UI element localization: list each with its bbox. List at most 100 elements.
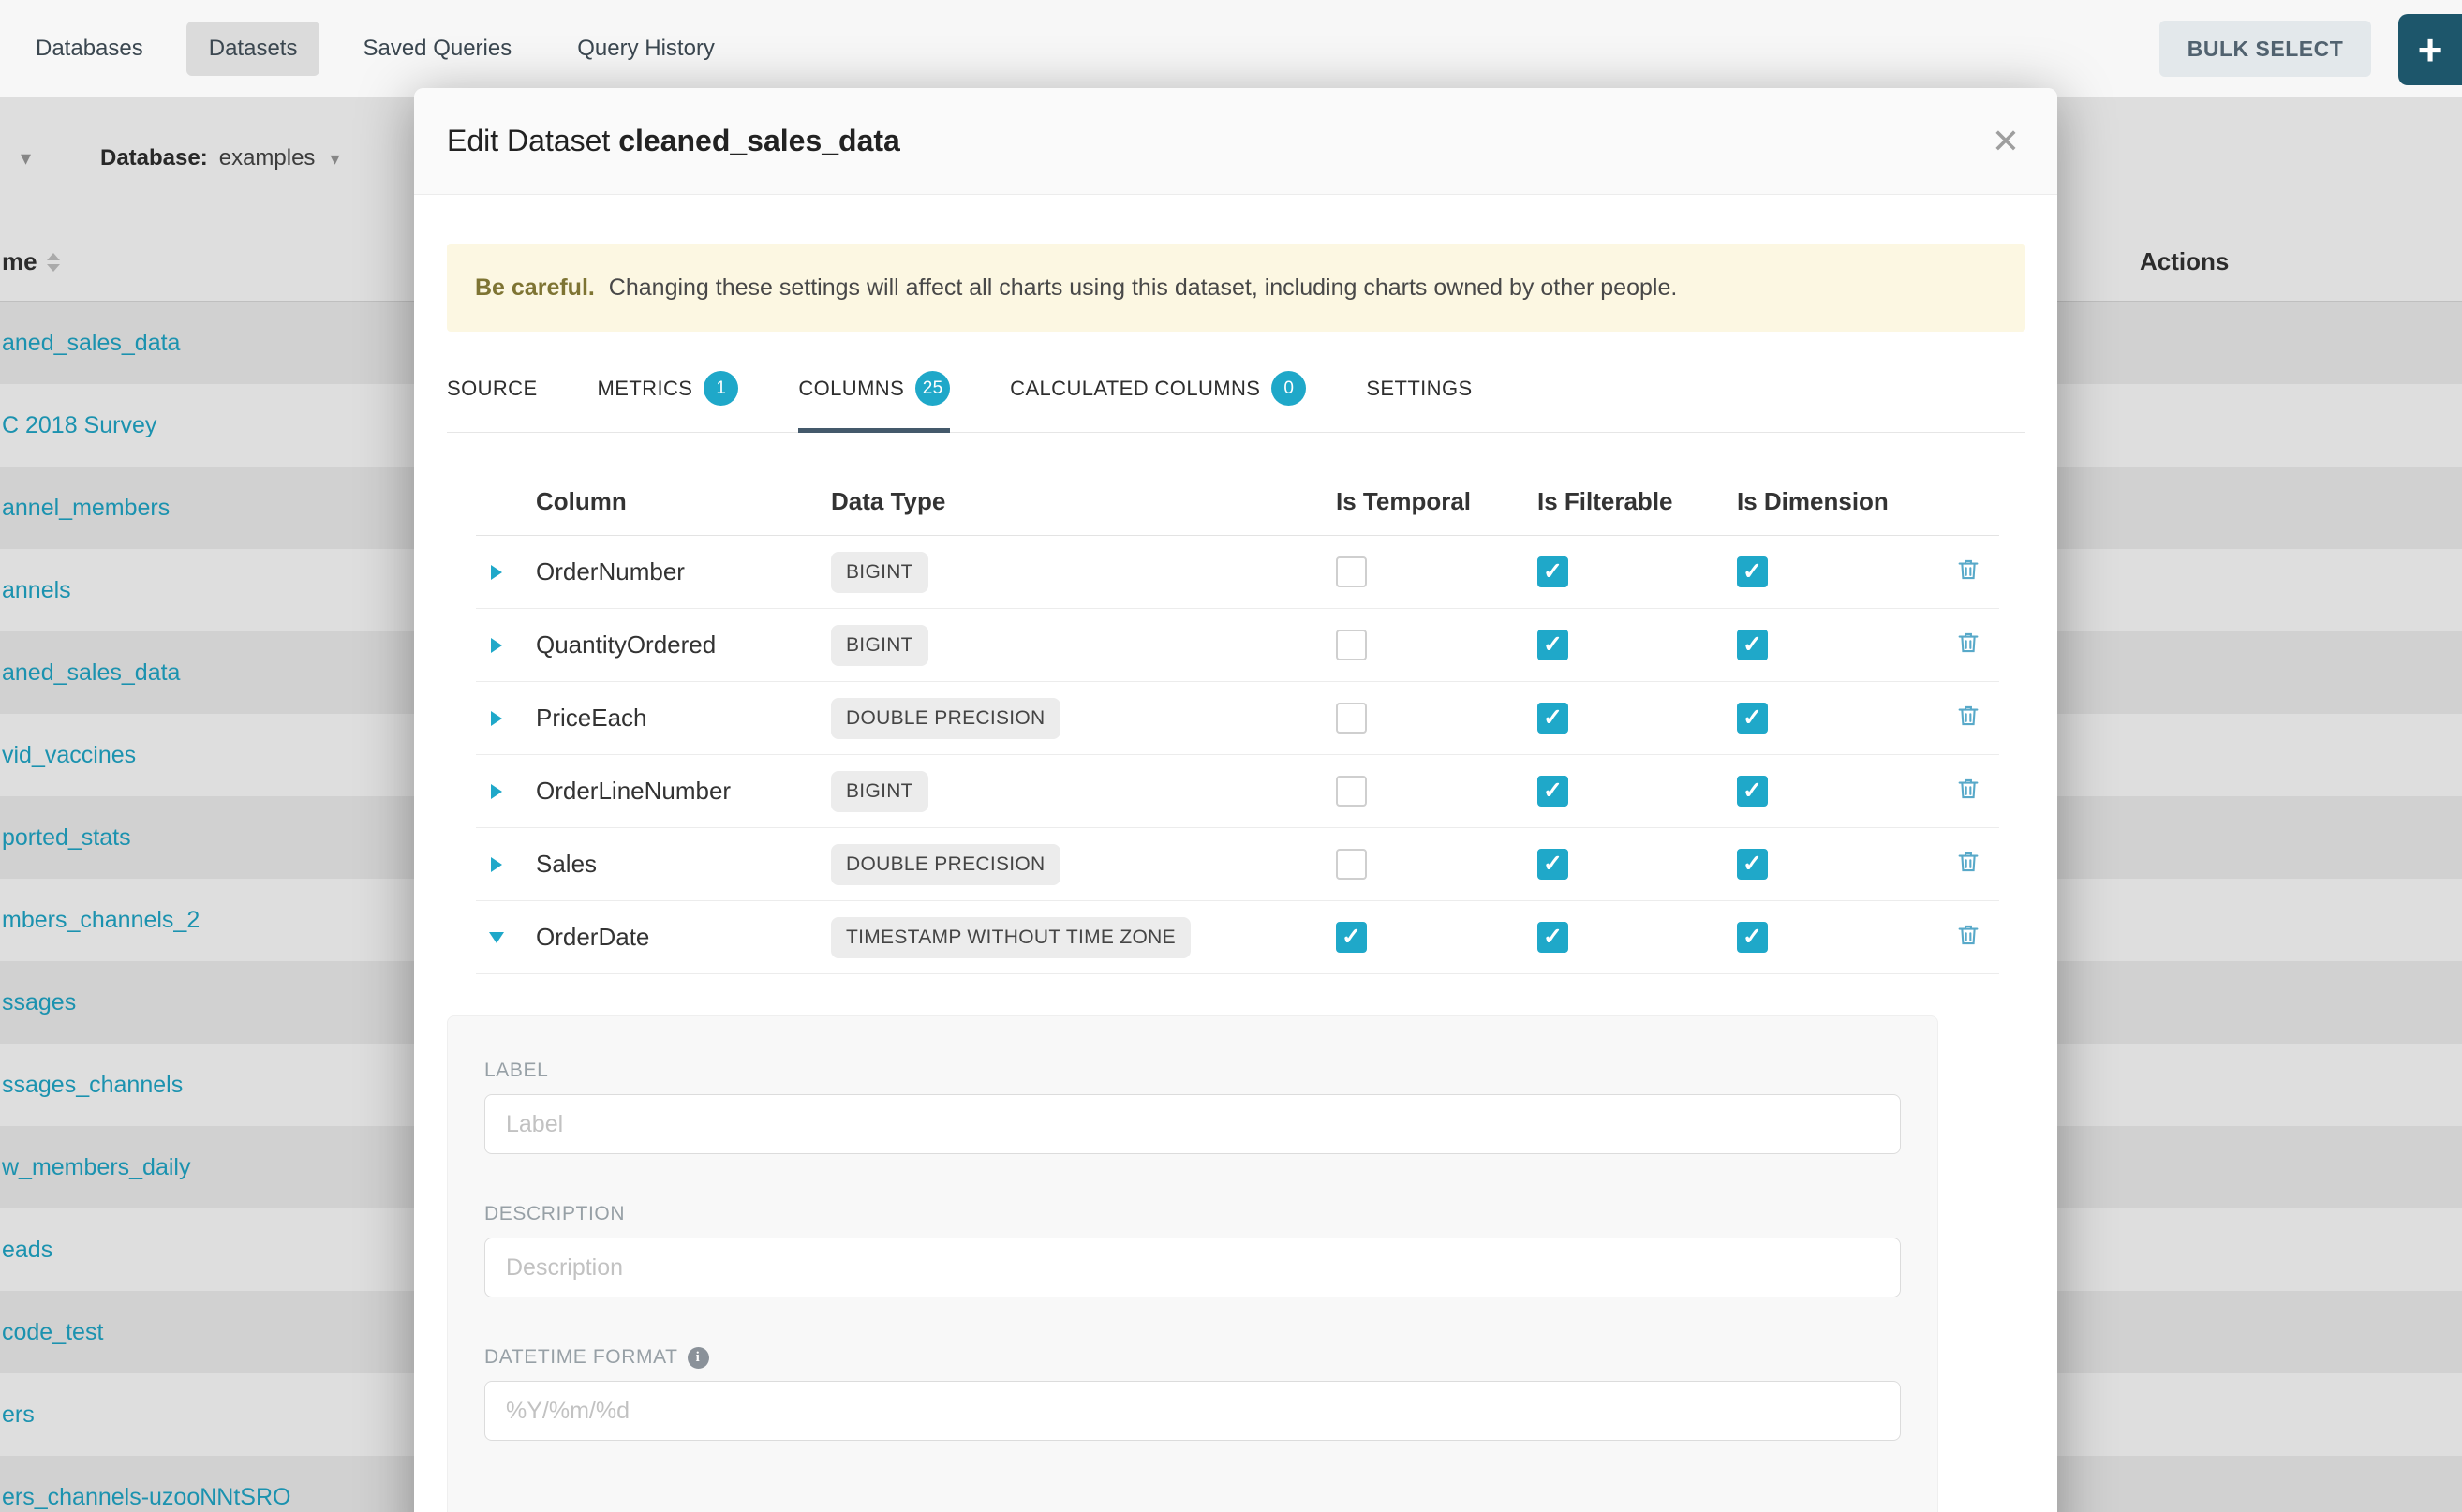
is-temporal-checkbox[interactable] (1336, 849, 1367, 880)
is-filterable-checkbox[interactable] (1537, 922, 1568, 953)
is-temporal-checkbox-cell (1336, 776, 1537, 807)
is-temporal-checkbox[interactable] (1336, 703, 1367, 734)
label-field-group: LABEL (484, 1060, 1900, 1154)
tab-metrics[interactable]: METRICS1 (598, 371, 739, 432)
caret-cell (476, 857, 517, 872)
description-input[interactable] (484, 1238, 1901, 1297)
data-type-pill: BIGINT (831, 625, 928, 666)
is-temporal-checkbox-cell (1336, 556, 1537, 587)
column-row: OrderDate TIMESTAMP WITHOUT TIME ZONE (476, 901, 1999, 974)
collapse-caret-icon[interactable] (489, 932, 504, 943)
is-dimension-checkbox[interactable] (1737, 922, 1768, 953)
edit-dataset-modal: Edit Dataset cleaned_sales_data ✕ Be car… (414, 88, 2057, 1512)
description-field-label: DESCRIPTION (484, 1203, 1900, 1225)
modal-header: Edit Dataset cleaned_sales_data ✕ (414, 88, 2057, 195)
column-name: OrderDate (517, 923, 823, 952)
trash-icon[interactable] (1955, 630, 1981, 660)
tab-calculated-columns[interactable]: CALCULATED COLUMNS0 (1010, 371, 1306, 432)
trash-icon[interactable] (1955, 703, 1981, 734)
is-filterable-checkbox[interactable] (1537, 849, 1568, 880)
is-filterable-checkbox-cell (1537, 849, 1737, 880)
delete-column-cell (1937, 703, 1999, 734)
tab-label: CALCULATED COLUMNS (1010, 377, 1260, 401)
is-filterable-checkbox[interactable] (1537, 703, 1568, 734)
datetime-format-field-label: DATETIME FORMAT i (484, 1346, 1900, 1369)
expand-caret-icon[interactable] (491, 784, 502, 799)
is-dimension-checkbox[interactable] (1737, 849, 1768, 880)
datetime-format-input[interactable] (484, 1381, 1901, 1441)
bulk-select-button[interactable]: BULK SELECT (2159, 21, 2371, 77)
is-temporal-checkbox-cell (1336, 849, 1537, 880)
data-type-pill: DOUBLE PRECISION (831, 698, 1060, 739)
is-dimension-checkbox-cell (1737, 849, 1937, 880)
is-temporal-checkbox-cell (1336, 703, 1537, 734)
add-dataset-button[interactable]: + (2398, 14, 2462, 85)
info-icon[interactable]: i (688, 1347, 709, 1369)
tab-settings[interactable]: SETTINGS (1366, 371, 1472, 432)
data-type-pill: BIGINT (831, 771, 928, 812)
column-detail-panel: LABEL DESCRIPTION DATETIME FORMAT i (447, 1015, 1938, 1512)
is-filterable-checkbox[interactable] (1537, 630, 1568, 660)
tab-columns[interactable]: COLUMNS25 (798, 371, 950, 432)
data-type-cell: BIGINT (823, 771, 1336, 812)
tab-source[interactable]: SOURCE (447, 371, 538, 432)
nav-tab-saved-queries[interactable]: Saved Queries (340, 22, 534, 76)
is-dimension-checkbox[interactable] (1737, 776, 1768, 807)
nav-tab-datasets[interactable]: Datasets (186, 22, 320, 76)
delete-column-cell (1937, 630, 1999, 660)
expand-caret-icon[interactable] (491, 565, 502, 580)
modal-title-dataset-name: cleaned_sales_data (618, 124, 900, 157)
trash-icon[interactable] (1955, 776, 1981, 807)
data-type-cell: DOUBLE PRECISION (823, 844, 1336, 885)
is-dimension-checkbox-cell (1737, 630, 1937, 660)
is-dimension-checkbox[interactable] (1737, 556, 1768, 587)
is-filterable-checkbox[interactable] (1537, 556, 1568, 587)
modal-title-prefix: Edit Dataset (447, 124, 610, 157)
is-filterable-checkbox[interactable] (1537, 776, 1568, 807)
warning-banner: Be careful. Changing these settings will… (447, 244, 2025, 332)
column-name: OrderLineNumber (517, 777, 823, 806)
is-temporal-checkbox[interactable] (1336, 556, 1367, 587)
delete-column-cell (1937, 849, 1999, 880)
header-is-temporal: Is Temporal (1336, 487, 1537, 535)
trash-icon[interactable] (1955, 922, 1981, 953)
is-temporal-checkbox[interactable] (1336, 630, 1367, 660)
column-row: PriceEachDOUBLE PRECISION (476, 682, 1999, 755)
expand-caret-icon[interactable] (491, 711, 502, 726)
is-dimension-checkbox[interactable] (1737, 630, 1768, 660)
column-name: OrderNumber (517, 557, 823, 586)
nav-tab-databases[interactable]: Databases (13, 22, 166, 76)
top-navigation: Databases Datasets Saved Queries Query H… (0, 0, 2462, 97)
is-dimension-checkbox[interactable] (1737, 703, 1768, 734)
is-filterable-checkbox-cell (1537, 556, 1737, 587)
data-type-pill: BIGINT (831, 552, 928, 593)
expand-caret-icon[interactable] (491, 857, 502, 872)
is-temporal-checkbox[interactable] (1336, 922, 1367, 953)
modal-title: Edit Dataset cleaned_sales_data (447, 124, 900, 158)
label-input[interactable] (484, 1094, 1901, 1154)
caret-cell (476, 711, 517, 726)
header-data-type: Data Type (823, 487, 1336, 535)
column-row: SalesDOUBLE PRECISION (476, 828, 1999, 901)
data-type-cell: DOUBLE PRECISION (823, 698, 1336, 739)
is-dimension-checkbox-cell (1737, 556, 1937, 587)
columns-table-body: OrderNumber BIGINT QuantityOrdered BIGINT Pr… (476, 536, 1999, 974)
column-name: QuantityOrdered (517, 630, 823, 660)
nav-tab-query-history[interactable]: Query History (555, 22, 737, 76)
is-temporal-checkbox[interactable] (1336, 776, 1367, 807)
caret-column-spacer (476, 516, 517, 535)
trash-icon[interactable] (1955, 849, 1981, 880)
caret-cell (476, 932, 517, 943)
trash-icon[interactable] (1955, 556, 1981, 587)
data-type-pill: TIMESTAMP WITHOUT TIME ZONE (831, 917, 1191, 958)
is-dimension-checkbox-cell (1737, 776, 1937, 807)
warning-bold-text: Be careful. (475, 274, 595, 301)
is-temporal-checkbox-cell (1336, 630, 1537, 660)
is-filterable-checkbox-cell (1537, 630, 1737, 660)
description-field-group: DESCRIPTION (484, 1203, 1900, 1297)
close-icon[interactable]: ✕ (1992, 125, 2020, 158)
caret-cell (476, 638, 517, 653)
tab-label: METRICS (598, 377, 693, 401)
expand-caret-icon[interactable] (491, 638, 502, 653)
column-row: QuantityOrdered BIGINT (476, 609, 1999, 682)
